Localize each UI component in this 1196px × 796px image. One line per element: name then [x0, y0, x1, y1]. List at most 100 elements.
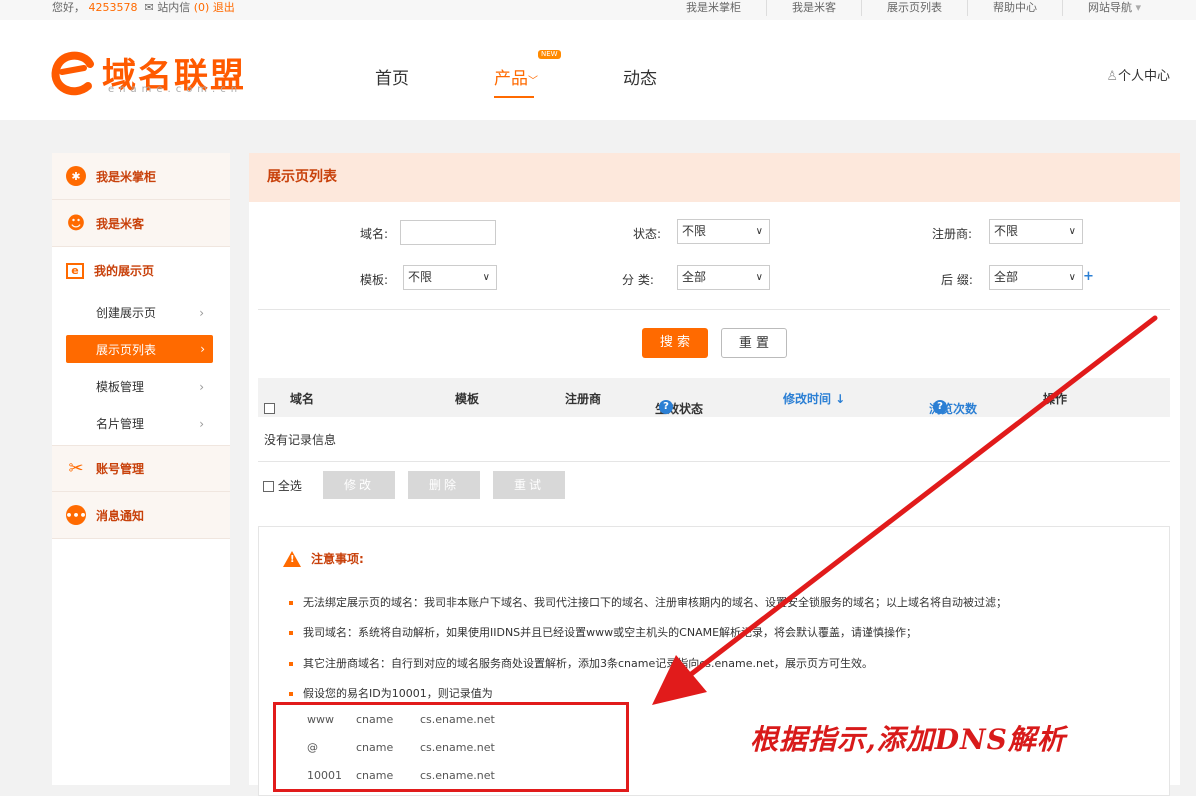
sidebar-sub-list[interactable]: 展示页列表 ›: [66, 335, 213, 363]
user-center-label: 个人中心: [1117, 69, 1170, 84]
sidebar-sub-cards[interactable]: 名片管理 ›: [52, 405, 230, 442]
suffix-select[interactable]: 全部 ∨: [989, 265, 1083, 290]
sidebar-sub-label: 模板管理: [96, 380, 145, 394]
modify-button[interactable]: 修改: [323, 471, 395, 499]
table-divider: [258, 461, 1170, 462]
user-icon: ♙: [1106, 69, 1118, 84]
sidebar-item-mizhanggui[interactable]: ✱ 我是米掌柜: [52, 153, 230, 200]
sidebar-item-my-showpage[interactable]: e 我的展示页: [52, 247, 230, 294]
chevron-right-icon: ›: [199, 379, 204, 394]
nav-home[interactable]: 首页: [375, 64, 409, 89]
category-filter-label: 分 类:: [622, 273, 654, 287]
main-panel: 展示页列表 域名: 状态: 不限 ∨ 注册商: 不限 ∨ 模板: 不限 ∨ 分 类: …: [249, 153, 1180, 796]
page-title: 展示页列表: [249, 153, 1180, 202]
select-all-label: 全选: [277, 479, 302, 493]
logo-mark-icon: [51, 51, 94, 96]
top-link-mizhanggui[interactable]: 我是米掌柜: [661, 0, 766, 16]
notice-title-text: 注意事项:: [311, 552, 364, 566]
category-select[interactable]: 全部 ∨: [677, 265, 770, 290]
logout-link[interactable]: 退出: [213, 1, 235, 14]
site-nav-label: 网站导航: [1087, 1, 1132, 14]
status-select-value: 不限: [682, 224, 707, 238]
col-registrar: 注册商: [565, 392, 602, 406]
logo[interactable]: 域名联盟 ename.com.cn: [50, 48, 250, 98]
chevron-down-icon: ∨: [755, 226, 763, 237]
user-id-link[interactable]: 4253578: [89, 1, 138, 14]
annotation-text: 根据指示,添加DNS解析: [750, 723, 1066, 756]
reset-button[interactable]: 重 置: [721, 328, 787, 358]
greeting: 您好，: [52, 1, 85, 14]
nav-products[interactable]: 产品﹀ NEW: [494, 50, 561, 98]
search-button[interactable]: 搜 索: [642, 328, 708, 358]
template-select[interactable]: 不限 ∨: [403, 265, 497, 290]
sidebar-item-account[interactable]: ✂ 账号管理: [52, 445, 230, 492]
help-icon[interactable]: ?: [933, 400, 947, 414]
status-select[interactable]: 不限 ∨: [677, 219, 770, 244]
chevron-down-icon: ∨: [482, 272, 490, 283]
mail-link[interactable]: 站内信: [157, 1, 190, 14]
retry-button[interactable]: 重试: [493, 471, 565, 499]
sidebar-sub-templates[interactable]: 模板管理 ›: [52, 368, 230, 405]
chevron-down-icon: ∨: [1068, 272, 1076, 283]
sidebar-sub-create[interactable]: 创建展示页 ›: [52, 294, 230, 331]
coin-icon: ✱: [66, 166, 86, 186]
nav-products-label: 产品: [494, 69, 528, 89]
sidebar-sub-label: 名片管理: [96, 417, 145, 431]
top-link-site-nav[interactable]: 网站导航 ▾: [1061, 0, 1166, 16]
sidebar-item-label: 账号管理: [96, 462, 145, 476]
header: 域名联盟 ename.com.cn 首页 产品﹀ NEW 动态 ♙个人中心: [0, 20, 1196, 120]
top-link-help[interactable]: 帮助中心: [966, 0, 1062, 16]
top-bar: 您好， 4253578 ✉ 站内信 (0) 退出 我是米掌柜 我是米客 展示页列…: [0, 0, 1196, 20]
select-all-checkbox[interactable]: 全选: [263, 477, 302, 494]
domain-input[interactable]: [400, 220, 496, 245]
top-bar-links: 我是米掌柜 我是米客 展示页列表 帮助中心 网站导航 ▾: [661, 0, 1166, 16]
sidebar-item-label: 我的展示页: [94, 264, 155, 278]
help-icon[interactable]: ?: [659, 400, 673, 414]
main-nav: 首页 产品﹀ NEW 动态: [375, 50, 742, 98]
nav-news[interactable]: 动态: [623, 64, 657, 89]
tools-icon: ✂: [68, 458, 84, 479]
registrar-select[interactable]: 不限 ∨: [989, 219, 1083, 244]
col-domain: 域名: [290, 392, 315, 406]
suffix-filter-label: 后 缀:: [941, 273, 973, 287]
status-filter-label: 状态:: [633, 227, 662, 241]
sidebar-sub-label: 创建展示页: [96, 306, 157, 320]
notice-item: 假设您的易名ID为10001，则记录值为: [289, 685, 493, 701]
domain-filter-label: 域名:: [360, 227, 389, 241]
add-suffix-icon[interactable]: +: [1083, 269, 1094, 284]
delete-button[interactable]: 删除: [408, 471, 480, 499]
sidebar: ✱ 我是米掌柜 ☻ 我是米客 e 我的展示页 创建展示页 › 展示页列表 › 模板管…: [52, 153, 230, 785]
sidebar-item-mike[interactable]: ☻ 我是米客: [52, 200, 230, 247]
mail-count: (0): [193, 1, 210, 14]
col-modified[interactable]: 修改时间 ↓: [783, 390, 845, 407]
chevron-right-icon: ›: [199, 416, 204, 431]
col-template: 模板: [455, 392, 480, 406]
chevron-down-icon: ∨: [755, 272, 763, 283]
notice-title: 注意事项:: [283, 550, 364, 567]
top-bar-left: 您好， 4253578 ✉ 站内信 (0) 退出: [52, 0, 235, 16]
notice-item: 我司域名：系统将自动解析，如果使用IIDNS并且已经设置www或空主机头的CNA…: [289, 624, 917, 640]
chevron-down-icon: ∨: [1068, 226, 1076, 237]
checkbox-icon: [263, 481, 274, 492]
category-select-value: 全部: [682, 270, 707, 284]
chat-icon: •••: [65, 505, 87, 525]
filter-divider: [258, 309, 1170, 310]
checkbox-icon: [264, 403, 275, 414]
chevron-down-icon: ﹀: [528, 76, 538, 87]
col-actions: 操作: [1043, 392, 1068, 406]
user-center-link[interactable]: ♙个人中心: [1106, 65, 1170, 84]
sidebar-item-label: 我是米客: [96, 216, 145, 231]
highlight-box: [273, 702, 629, 792]
top-link-showpage-list[interactable]: 展示页列表: [860, 0, 967, 16]
logo-subtext: ename.com.cn: [108, 84, 243, 95]
sidebar-item-label: 消息通知: [96, 508, 145, 523]
registrar-select-value: 不限: [994, 224, 1019, 238]
top-link-mike[interactable]: 我是米客: [765, 0, 861, 16]
registrar-filter-label: 注册商:: [932, 227, 973, 241]
chevron-right-icon: ›: [199, 305, 204, 320]
new-badge: NEW: [538, 50, 561, 59]
sidebar-item-messages[interactable]: ••• 消息通知: [52, 492, 230, 539]
caret-down-icon: ▾: [1135, 1, 1141, 14]
notice-item: 无法绑定展示页的域名：我司非本账户下域名、我司代注接口下的域名、注册审核期内的域…: [289, 594, 1007, 610]
table-header: 域名 模板 注册商 生效状态? 修改时间 ↓ 浏览次数? 操作: [258, 378, 1170, 417]
